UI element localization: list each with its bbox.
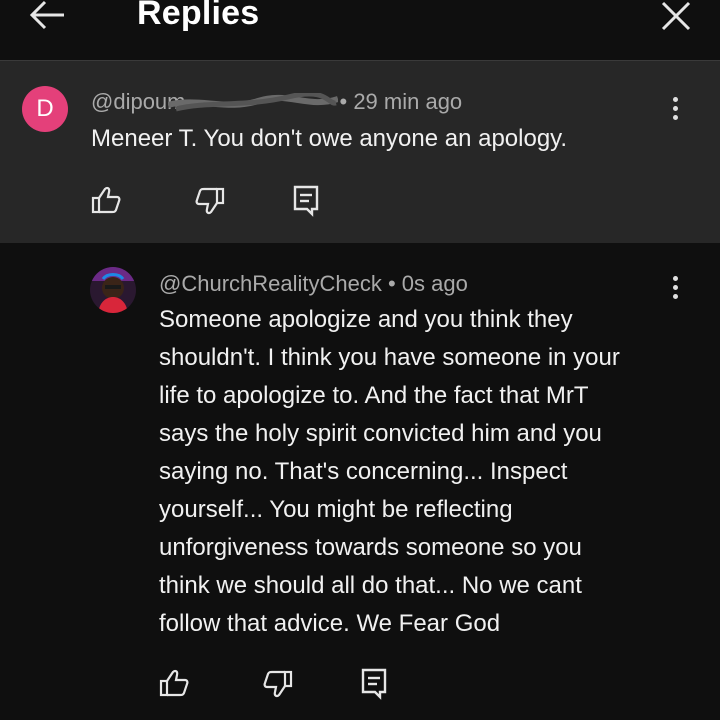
- comment-reply-icon: [293, 185, 319, 217]
- comment-line: unforgiveness towards someone so you: [159, 534, 582, 561]
- kebab-dot: [672, 97, 678, 102]
- thumbs-up-icon: [91, 186, 121, 214]
- replies-header: Replies: [0, 0, 720, 61]
- arrow-left-icon: [29, 0, 64, 30]
- comment-line: yourself... You might be reflecting: [159, 496, 513, 523]
- comment-line: life to apologize to. And the fact that …: [159, 382, 589, 409]
- thumbs-up-icon: [159, 669, 189, 697]
- close-icon: [661, 1, 691, 31]
- comment-line: Someone apologize and you think they: [159, 306, 573, 333]
- avatar[interactable]: [90, 267, 136, 313]
- more-options-button[interactable]: [665, 93, 685, 129]
- thumbs-down-icon: [195, 187, 225, 215]
- kebab-dot: [672, 115, 678, 120]
- comment-line: shouldn't. I think you have someone in y…: [159, 344, 620, 371]
- reply-button[interactable]: [288, 181, 324, 217]
- like-button[interactable]: [156, 666, 192, 702]
- comment-author[interactable]: @ChurchRealityCheck: [159, 271, 382, 296]
- comment-meta: @ChurchRealityCheck • 0s ago: [159, 271, 468, 297]
- kebab-dot: [672, 294, 678, 299]
- kebab-dot: [672, 276, 678, 281]
- more-options-button[interactable]: [665, 272, 685, 308]
- comment-time: • 0s ago: [387, 271, 468, 296]
- comment-line: follow that advice. We Fear God: [159, 610, 501, 637]
- comment-time: • 29 min ago: [339, 89, 463, 114]
- redaction-scribble: [166, 91, 339, 113]
- dislike-button[interactable]: [260, 666, 296, 702]
- avatar[interactable]: D: [22, 86, 68, 132]
- thumbs-down-icon: [263, 670, 293, 698]
- kebab-dot: [672, 106, 678, 111]
- comment-line: think we should all do that... No we can…: [159, 572, 582, 599]
- comment-meta: @dipoum • 29 min ago: [91, 89, 462, 115]
- comment-line: says the holy spirit convicted him and y…: [159, 420, 602, 447]
- reply-button[interactable]: [356, 664, 392, 700]
- comment-reply-icon: [361, 668, 387, 700]
- back-button[interactable]: [26, 0, 70, 34]
- like-button[interactable]: [88, 183, 124, 219]
- comment-text: Someone apologize and you think they sho…: [159, 301, 699, 643]
- kebab-dot: [672, 285, 678, 290]
- close-button[interactable]: [656, 0, 696, 34]
- comment-text: Meneer T. You don't owe anyone an apolog…: [91, 125, 568, 152]
- comment-line: saying no. That's concerning... Inspect: [159, 458, 568, 485]
- dislike-button[interactable]: [192, 183, 228, 219]
- page-title: Replies: [137, 0, 260, 32]
